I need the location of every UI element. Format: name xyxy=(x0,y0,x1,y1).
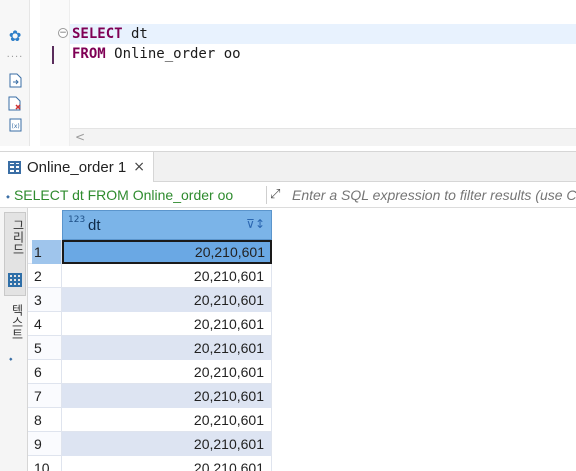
keyword-from: FROM xyxy=(72,46,106,62)
cell-dt[interactable]: 20,210,601 xyxy=(62,264,272,288)
row-number[interactable]: 5 xyxy=(32,336,62,360)
table-row[interactable]: 1 20,210,601 xyxy=(28,240,576,264)
column-name: dt xyxy=(88,217,101,234)
empty-area xyxy=(272,336,576,360)
table-row[interactable]: 9 20,210,601 xyxy=(28,432,576,456)
cell-dt[interactable]: 20,210,601 xyxy=(62,288,272,312)
fold-toggle-icon[interactable]: − xyxy=(58,28,68,38)
expand-icon[interactable]: ⤢ xyxy=(270,187,280,203)
code-line-1[interactable]: SELECT dt xyxy=(72,24,148,44)
empty-area xyxy=(272,288,576,312)
query-label: SELECT dt FROM Online_order oo xyxy=(13,187,234,203)
delete-script-icon[interactable] xyxy=(7,95,23,111)
row-number[interactable]: 7 xyxy=(32,384,62,408)
horizontal-scrollbar[interactable]: < xyxy=(70,128,576,146)
table-row[interactable]: 3 20,210,601 xyxy=(28,288,576,312)
scroll-left-icon[interactable]: < xyxy=(75,129,85,147)
table-rows: 1 20,210,601 2 20,210,601 3 20,210,601 4 20,210… xyxy=(28,240,576,471)
row-number[interactable]: 4 xyxy=(32,312,62,336)
query-text[interactable]: ⬩ SELECT dt FROM Online_order oo xyxy=(6,182,233,208)
table-icon xyxy=(8,160,21,174)
filter-sort-icon[interactable]: ⊽↕ xyxy=(246,217,265,231)
grid-view-label: 그리드 xyxy=(11,219,25,255)
cell-dt[interactable]: 20,210,601 xyxy=(62,456,272,471)
code-text: Online_order oo xyxy=(105,46,241,62)
cell-dt[interactable]: 20,210,601 xyxy=(62,384,272,408)
cell-dt[interactable]: 20,210,601 xyxy=(62,312,272,336)
view-switcher-panel: 그리드 텍스트 ⬩ xyxy=(0,208,28,471)
cell-dt[interactable]: 20,210,601 xyxy=(62,240,272,264)
result-tab-bar: Online_order 1 × xyxy=(0,151,576,182)
empty-area xyxy=(272,264,576,288)
line-gutter: − xyxy=(40,0,70,146)
column-header-dt[interactable]: 123 dt ⊽↕ xyxy=(62,210,272,240)
editor-side-toolbar: ✿ .... (x) xyxy=(0,0,30,146)
numeric-type-icon: 123 xyxy=(68,215,86,225)
row-number[interactable]: 1 xyxy=(32,240,62,264)
code-area[interactable]: SELECT dt FROM Online_order oo xyxy=(70,0,576,128)
row-number[interactable]: 8 xyxy=(32,408,62,432)
table-row[interactable]: 6 20,210,601 xyxy=(28,360,576,384)
code-text: dt xyxy=(122,26,148,42)
table-row[interactable]: 2 20,210,601 xyxy=(28,264,576,288)
empty-area xyxy=(272,312,576,336)
tab-online-order-1[interactable]: Online_order 1 × xyxy=(0,152,154,182)
cell-dt[interactable]: 20,210,601 xyxy=(62,336,272,360)
table-row[interactable]: 7 20,210,601 xyxy=(28,384,576,408)
row-number[interactable]: 3 xyxy=(32,288,62,312)
cell-dt[interactable]: 20,210,601 xyxy=(62,408,272,432)
cell-dt[interactable]: 20,210,601 xyxy=(62,432,272,456)
code-line-2[interactable]: FROM Online_order oo xyxy=(72,44,241,64)
change-marker xyxy=(52,46,54,64)
empty-area xyxy=(272,240,576,264)
svg-text:(x): (x) xyxy=(11,123,19,130)
empty-area xyxy=(272,384,576,408)
sql-editor[interactable]: ✿ .... (x) − SELECT dt FROM Online_order… xyxy=(0,0,576,146)
sql-query-icon: ⬩ xyxy=(6,191,10,203)
table-row[interactable]: 5 20,210,601 xyxy=(28,336,576,360)
row-number[interactable]: 10 xyxy=(32,456,62,471)
variables-icon[interactable]: (x) xyxy=(7,117,23,133)
cell-dt[interactable]: 20,210,601 xyxy=(62,360,272,384)
tab-label: Online_order 1 xyxy=(27,158,127,176)
text-view-label: 텍스트 xyxy=(10,304,24,340)
filter-bar: ⬩ SELECT dt FROM Online_order oo ⤢ xyxy=(0,182,576,208)
row-number-header xyxy=(28,210,62,240)
tab-grid-view[interactable]: 그리드 xyxy=(4,212,26,296)
grid-icon xyxy=(8,273,22,287)
empty-area xyxy=(272,360,576,384)
empty-area xyxy=(272,408,576,432)
filter-input[interactable] xyxy=(292,185,576,205)
row-number[interactable]: 9 xyxy=(32,432,62,456)
close-icon[interactable]: × xyxy=(133,160,145,174)
row-number[interactable]: 2 xyxy=(32,264,62,288)
table-row[interactable]: 10 20,210,601 xyxy=(28,456,576,471)
divider xyxy=(266,186,267,204)
empty-area xyxy=(272,432,576,456)
row-number[interactable]: 6 xyxy=(32,360,62,384)
keyword-select: SELECT xyxy=(72,26,123,42)
result-grid[interactable]: 123 dt ⊽↕ 1 20,210,601 2 20,210,601 3 20,210,… xyxy=(28,208,576,471)
table-row[interactable]: 4 20,210,601 xyxy=(28,312,576,336)
tab-text-view[interactable]: 텍스트 ⬩ xyxy=(4,300,26,380)
dbeaver-window: ✿ .... (x) − SELECT dt FROM Online_order… xyxy=(0,0,576,471)
table-row[interactable]: 8 20,210,601 xyxy=(28,408,576,432)
empty-area xyxy=(272,456,576,471)
text-icon: ⬩ xyxy=(9,354,13,365)
ellipsis-icon[interactable]: .... xyxy=(7,50,23,60)
export-script-icon[interactable] xyxy=(7,72,23,88)
gear-icon[interactable]: ✿ xyxy=(7,28,23,44)
